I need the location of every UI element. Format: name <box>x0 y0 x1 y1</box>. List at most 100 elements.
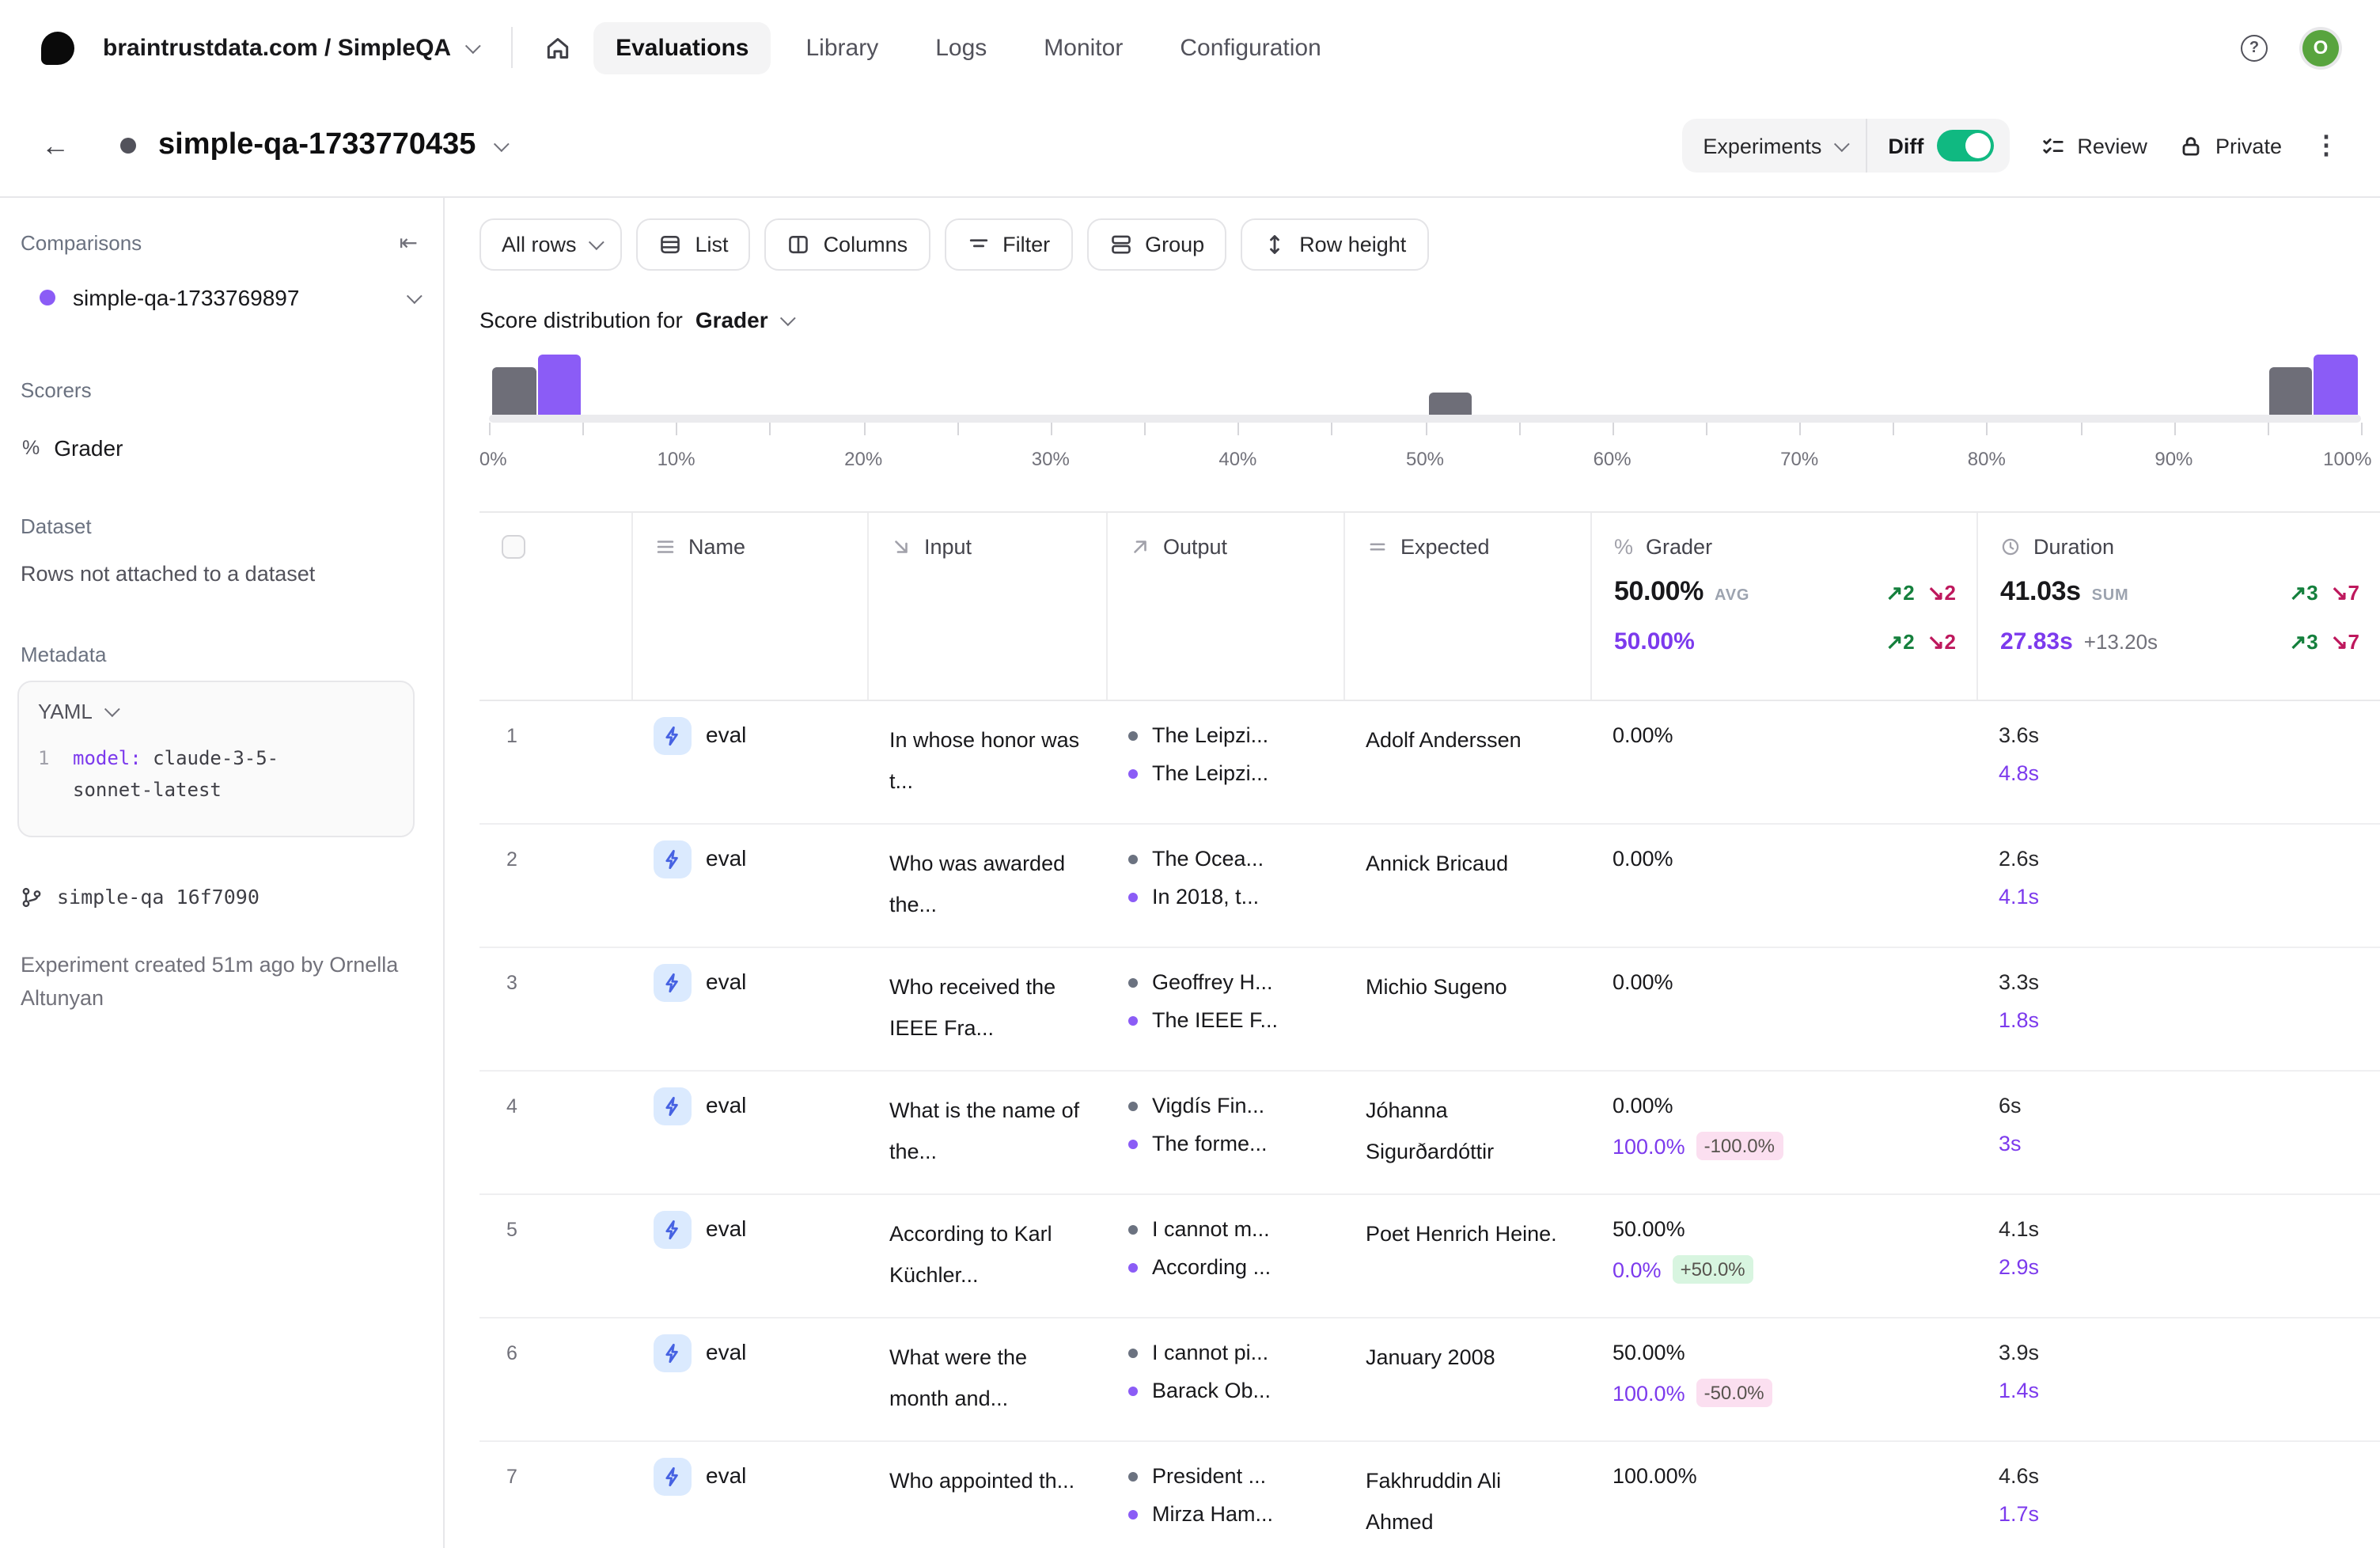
score-distribution-selector[interactable]: Score distribution for Grader <box>479 307 2380 332</box>
axis-tick-label: 70% <box>1780 448 1818 470</box>
top-nav: braintrustdata.com / SimpleQA Evaluation… <box>0 0 2380 95</box>
column-header-expected[interactable]: Expected <box>1343 513 1590 700</box>
grader-comparison-line: 100.0% -100.0% <box>1613 1132 1954 1160</box>
current-bullet-icon <box>1128 854 1138 863</box>
duration-comparison: 4.1s <box>1999 885 2358 909</box>
diff-toggle-control[interactable]: Diff <box>1867 130 2009 161</box>
axis-tick-label: 30% <box>1032 448 1070 470</box>
column-header-name[interactable]: Name <box>631 513 867 700</box>
table-row[interactable]: 6 eval What were the month and... I cann… <box>479 1318 2380 1442</box>
tab-logs[interactable]: Logs <box>913 21 1009 74</box>
name-cell: eval <box>631 701 867 823</box>
tab-monitor[interactable]: Monitor <box>1021 21 1145 74</box>
columns-button[interactable]: Columns <box>765 218 930 271</box>
yaml-format-dropdown[interactable]: YAML <box>38 700 394 723</box>
row-height-button[interactable]: Row height <box>1241 218 1428 271</box>
expected-text: Fakhruddin Ali Ahmed <box>1366 1442 1568 1543</box>
duration-sum-value: 41.03s <box>2000 576 2081 608</box>
diff-label: Diff <box>1888 134 1923 157</box>
private-button[interactable]: Private <box>2179 134 2282 157</box>
equals-icon <box>1367 537 1388 557</box>
filter-button[interactable]: Filter <box>944 218 1072 271</box>
eval-bolt-icon <box>654 1334 692 1372</box>
regressions-down-count[interactable]: ↘2 <box>1927 581 1956 606</box>
braintrust-logo-icon[interactable] <box>41 31 74 64</box>
rows-filter-dropdown[interactable]: All rows <box>479 218 623 271</box>
histogram-ticks <box>489 423 2361 437</box>
output-cell: Vigdís Fin... The forme... <box>1106 1072 1343 1193</box>
expected-cell: Annick Bricaud <box>1343 825 1590 947</box>
histogram-axis-labels: 0%10%20%30%40%50%60%70%80%90%100% <box>489 448 2361 473</box>
experiments-dropdown[interactable]: Experiments <box>1682 134 1866 157</box>
experiments-diff-group: Experiments Diff <box>1682 119 2009 173</box>
axis-tick-label: 60% <box>1594 448 1632 470</box>
back-arrow-icon[interactable]: ← <box>41 129 70 162</box>
histogram-bar-current <box>2269 368 2312 415</box>
home-icon[interactable] <box>544 34 571 61</box>
select-all-checkbox[interactable] <box>502 535 525 559</box>
tab-evaluations[interactable]: Evaluations <box>593 21 771 74</box>
table-row[interactable]: 7 eval Who appointed th... President ...… <box>479 1442 2380 1548</box>
expected-text: Annick Bricaud <box>1366 825 1568 885</box>
experiments-label: Experiments <box>1703 134 1821 157</box>
expected-text: Poet Henrich Heine. <box>1366 1195 1568 1255</box>
list-view-button[interactable]: List <box>637 218 751 271</box>
comparison-name: simple-qa-1733769897 <box>73 285 299 310</box>
column-header-input[interactable]: Input <box>867 513 1106 700</box>
scorer-item-grader[interactable]: % Grader <box>22 435 123 461</box>
duration-comparison: 1.8s <box>1999 1008 2358 1032</box>
grader-comparison-score: 0.0% <box>1613 1258 1662 1281</box>
input-cell: What is the name of the... <box>867 1072 1106 1193</box>
expected-cell: January 2008 <box>1343 1318 1590 1440</box>
duration-comp-up-count[interactable]: ↗3 <box>2289 630 2317 655</box>
comparison-bullet-icon <box>1128 1015 1138 1025</box>
group-button[interactable]: Group <box>1086 218 1226 271</box>
column-header-output[interactable]: Output <box>1106 513 1343 700</box>
score-diff-badge: -50.0% <box>1696 1379 1772 1407</box>
table-row[interactable]: 5 eval According to Karl Küchler... I ca… <box>479 1195 2380 1318</box>
diff-toggle[interactable] <box>1936 130 1993 161</box>
score-histogram: 0%10%20%30%40%50%60%70%80%90%100% <box>489 355 2361 473</box>
column-header-grader[interactable]: %Grader 50.00% AVG ↗2 ↘2 50.00% ↗2 ↘2 <box>1590 513 1976 700</box>
grader-cell: 0.00% <box>1590 825 1976 947</box>
review-button[interactable]: Review <box>2041 134 2147 157</box>
output-comparison: The Leipzi... <box>1128 761 1321 785</box>
table-row[interactable]: 2 eval Who was awarded the... The Ocea..… <box>479 825 2380 948</box>
column-header-duration[interactable]: Duration 41.03s SUM ↗3 ↘7 27.83s +13.20s… <box>1976 513 2380 700</box>
column-label: Duration <box>2033 535 2114 559</box>
avatar[interactable]: O <box>2302 29 2339 66</box>
eval-bolt-icon <box>654 1087 692 1125</box>
scorer-name: Grader <box>54 435 123 461</box>
comparison-down-count[interactable]: ↘2 <box>1927 630 1956 655</box>
more-menu-icon[interactable]: ⋮ <box>2314 130 2339 161</box>
comparison-up-count[interactable]: ↗2 <box>1885 630 1914 655</box>
tab-library[interactable]: Library <box>784 21 901 74</box>
row-number: 3 <box>479 948 631 994</box>
project-breadcrumb[interactable]: braintrustdata.com / SimpleQA <box>103 34 476 61</box>
comparison-item[interactable]: simple-qa-1733769897 <box>22 285 418 310</box>
duration-cell: 3.3s 1.8s <box>1976 948 2380 1070</box>
yaml-label: YAML <box>38 700 93 723</box>
regressions-up-count[interactable]: ↗2 <box>1885 581 1914 606</box>
comparison-color-dot <box>40 290 55 305</box>
duration-up-count[interactable]: ↗3 <box>2289 581 2317 606</box>
git-branch-link[interactable]: simple-qa 16f7090 <box>21 885 260 909</box>
duration-down-count[interactable]: ↘7 <box>2331 581 2359 606</box>
name-cell: eval <box>631 825 867 947</box>
grader-cell: 0.00% <box>1590 948 1976 1070</box>
duration-comp-down-count[interactable]: ↘7 <box>2331 630 2359 655</box>
table-toolbar: All rows List Columns Filter Grou <box>479 218 2380 271</box>
table-row[interactable]: 4 eval What is the name of the... Vigdís… <box>479 1072 2380 1195</box>
row-name: eval <box>706 1211 746 1241</box>
table-row[interactable]: 1 eval In whose honor was t... The Leipz… <box>479 701 2380 825</box>
output-current: I cannot m... <box>1128 1195 1321 1241</box>
grader-comparison-line: 100.0% -50.0% <box>1613 1379 1954 1407</box>
output-comparison: In 2018, t... <box>1128 885 1321 909</box>
experiment-title[interactable]: simple-qa-1733770435 <box>158 128 504 163</box>
tab-configuration[interactable]: Configuration <box>1158 21 1343 74</box>
duration-comparison-value: 27.83s <box>2000 628 2073 655</box>
name-cell: eval <box>631 1442 867 1548</box>
help-icon[interactable]: ? <box>2241 34 2268 61</box>
collapse-sidebar-icon[interactable]: ⇤ <box>400 230 418 256</box>
table-row[interactable]: 3 eval Who received the IEEE Fra... Geof… <box>479 948 2380 1072</box>
